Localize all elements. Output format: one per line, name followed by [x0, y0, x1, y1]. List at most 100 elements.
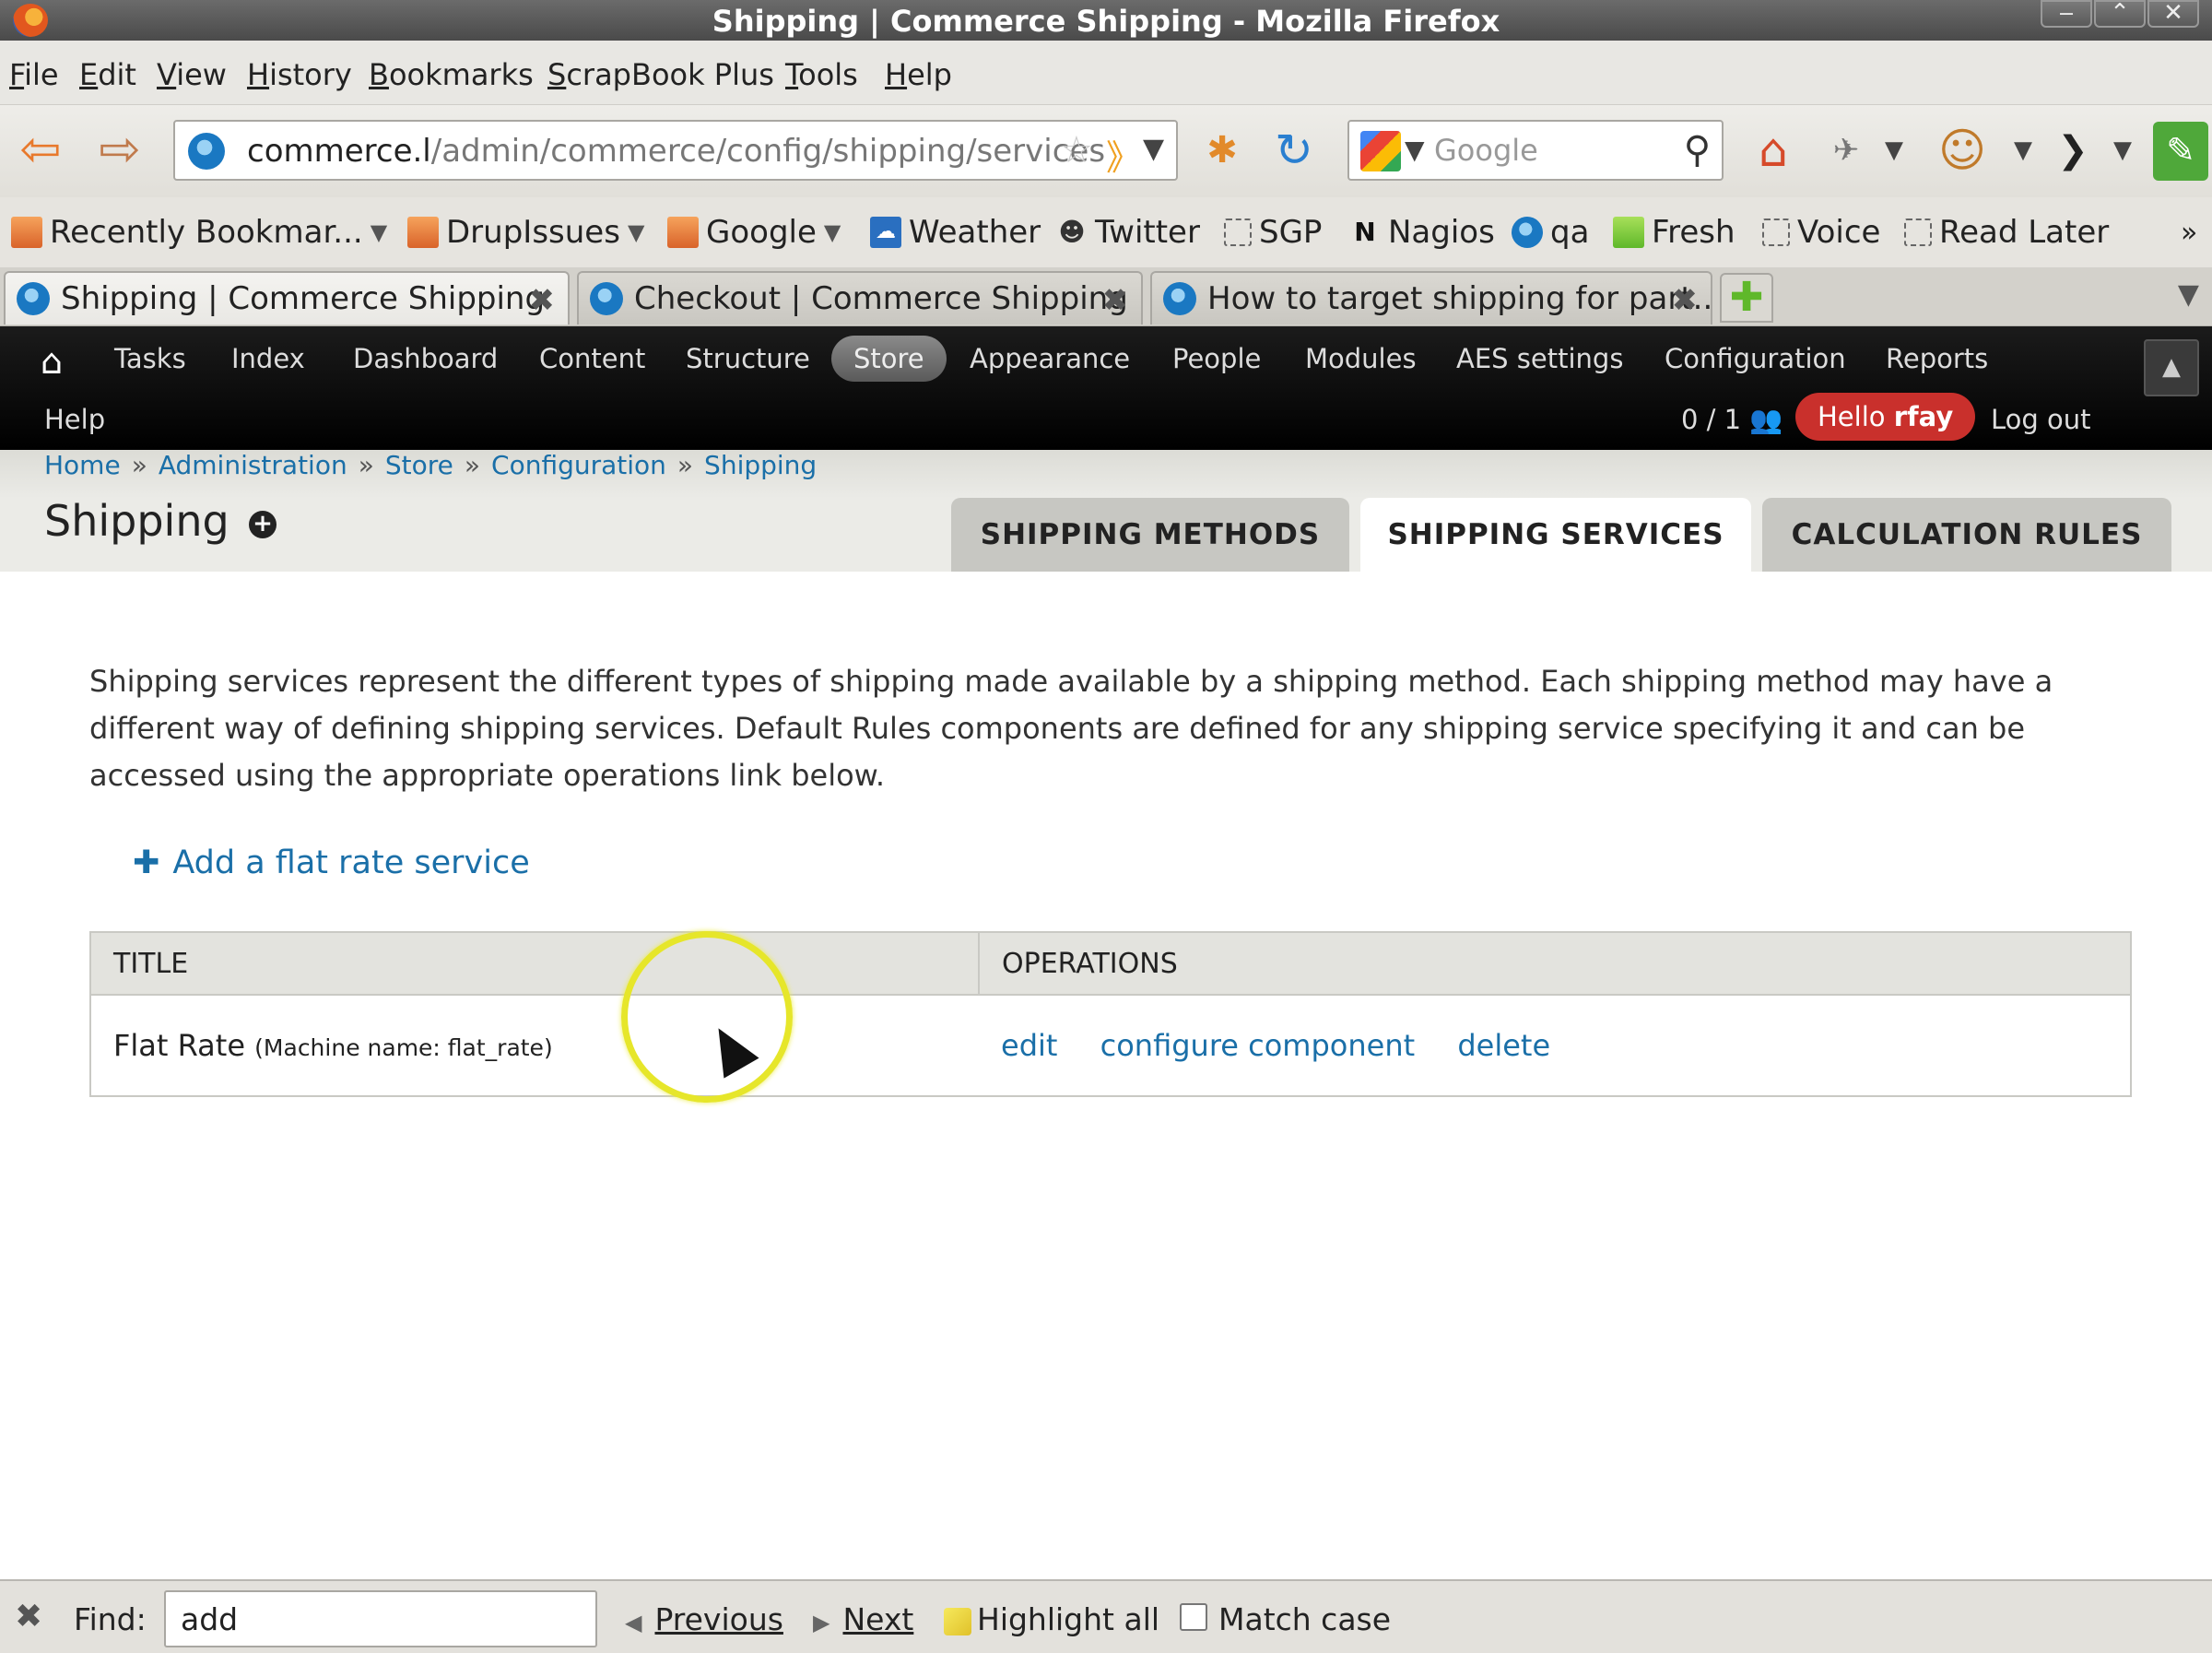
page-title: Shipping — [44, 496, 229, 546]
admin-menu-appearance[interactable]: Appearance — [970, 343, 1130, 374]
maximize-button[interactable]: ⌃ — [2094, 0, 2146, 28]
bookmark-google[interactable]: Google ▼ — [667, 212, 841, 253]
home-icon[interactable]: ⌂ — [1744, 122, 1803, 181]
page-icon — [1904, 218, 1932, 246]
breadcrumb-shipping[interactable]: Shipping — [704, 450, 817, 480]
menu-file[interactable]: File — [9, 57, 59, 92]
drupal-favicon-icon — [1163, 282, 1196, 315]
chevron-right-icon[interactable]: ❯ — [2052, 122, 2094, 181]
close-window-button[interactable]: ✕ — [2147, 0, 2199, 28]
search-engine-dropdown-icon[interactable]: ▼ — [1405, 135, 1425, 165]
reload-icon[interactable]: ↻ — [1265, 122, 1324, 181]
tab-shipping-services[interactable]: SHIPPING SERVICES — [1360, 498, 1751, 572]
admin-menu-store[interactable]: Store — [831, 336, 947, 382]
evernote-icon[interactable]: ✎ — [2153, 122, 2208, 181]
addon-bug-icon[interactable]: ✈ — [1823, 122, 1869, 181]
google-engine-icon[interactable] — [1360, 131, 1401, 171]
find-previous-button[interactable]: ◀ Previous — [625, 1601, 783, 1637]
find-next-button[interactable]: ▶ Next — [813, 1601, 913, 1637]
menu-history[interactable]: History — [247, 57, 352, 92]
menu-help[interactable]: Help — [885, 57, 952, 92]
admin-menu-modules[interactable]: Modules — [1305, 343, 1417, 374]
admin-menu-people[interactable]: People — [1172, 343, 1261, 374]
find-bar: ✖ Find: ◀Previous ▶Next Highlight all Ma… — [0, 1579, 2212, 1653]
find-input[interactable] — [164, 1590, 597, 1647]
toolbar-collapse-button[interactable]: ▲ — [2144, 339, 2199, 396]
delete-link[interactable]: delete — [1457, 1028, 1550, 1063]
addon-dropdown-icon[interactable]: ▼ — [1880, 122, 1908, 181]
chevron-down-icon: ▼ — [370, 219, 388, 245]
tab-shipping[interactable]: Shipping | Commerce Shipping ✖ — [4, 271, 570, 325]
bookmark-nagios[interactable]: N Nagios — [1349, 212, 1495, 253]
minimize-button[interactable]: ‒ — [2041, 0, 2092, 28]
bookmark-drupissues[interactable]: DrupIssues ▼ — [407, 212, 644, 253]
tab-calculation-rules[interactable]: CALCULATION RULES — [1762, 498, 2171, 572]
new-tab-plus-icon[interactable]: ✚ — [1720, 273, 1773, 323]
search-icon[interactable]: ⚲ — [1684, 129, 1711, 171]
edit-link[interactable]: edit — [1001, 1028, 1057, 1063]
bookmark-sgp[interactable]: SGP — [1224, 212, 1322, 253]
greasemonkey-icon[interactable]: ☺ — [1932, 122, 1993, 181]
bookmark-recently-bookmarked[interactable]: Recently Bookmar... ▼ — [11, 212, 387, 253]
admin-menu-help[interactable]: Help — [44, 404, 105, 435]
bookmark-weather[interactable]: ☁ Weather — [870, 212, 1041, 253]
search-box[interactable]: ▼ Google ⚲ — [1347, 120, 1724, 181]
logout-link[interactable]: Log out — [1991, 404, 2091, 435]
match-case-checkbox[interactable] — [1180, 1603, 1207, 1631]
match-case-label[interactable]: Match case — [1218, 1601, 1391, 1637]
tab-checkout[interactable]: Checkout | Commerce Shipping ✖ — [577, 271, 1143, 325]
highlight-all-button[interactable]: Highlight all — [944, 1601, 1159, 1637]
page-description: Shipping services represent the differen… — [89, 664, 2053, 793]
back-arrow-icon[interactable]: ⇦ — [11, 124, 70, 179]
tab-how-to-target-shipping[interactable]: How to target shipping for part... ✖ — [1150, 271, 1712, 325]
admin-menu-aes-settings[interactable]: AES settings — [1456, 343, 1623, 374]
bookmark-read-later[interactable]: Read Later — [1904, 212, 2109, 253]
greasemonkey-dropdown-icon[interactable]: ▼ — [2009, 122, 2037, 181]
add-shortcut-icon[interactable]: + — [249, 511, 276, 538]
list-all-tabs-icon[interactable]: ▼ — [2178, 278, 2199, 311]
menu-edit[interactable]: Edit — [79, 57, 136, 92]
forward-arrow-icon[interactable]: ⇨ — [90, 124, 149, 179]
bookmark-twitter[interactable]: ☻ Twitter — [1056, 212, 1200, 253]
bookmark-star-icon[interactable]: ☆ — [1060, 129, 1093, 171]
more-bookmarks-chevron-icon[interactable]: » — [2181, 212, 2197, 253]
configure-component-link[interactable]: configure component — [1100, 1028, 1416, 1063]
scrapbook-icon[interactable]: ✱ — [1196, 122, 1248, 181]
column-header-operations: OPERATIONS — [978, 931, 2132, 996]
bookmark-voice[interactable]: Voice — [1762, 212, 1880, 253]
breadcrumb-store[interactable]: Store — [385, 450, 453, 480]
url-history-dropdown-icon[interactable]: ▼ — [1143, 133, 1164, 165]
menu-scrapbook-plus[interactable]: ScrapBook Plus — [547, 57, 774, 92]
service-title-cell: Flat Rate (Machine name: flat_rate) — [90, 995, 979, 1096]
menu-bookmarks[interactable]: Bookmarks — [369, 57, 534, 92]
shipping-services-table: TITLE OPERATIONS Flat Rate (Machine name… — [89, 931, 2132, 1097]
close-find-bar-icon[interactable]: ✖ — [15, 1598, 42, 1635]
admin-menu-index[interactable]: Index — [231, 343, 305, 374]
menu-view[interactable]: View — [157, 57, 227, 92]
user-greeting-badge[interactable]: Hello rfay — [1795, 393, 1976, 441]
close-tab-icon[interactable]: ✖ — [1672, 282, 1699, 319]
close-tab-icon[interactable]: ✖ — [1102, 282, 1129, 319]
admin-menu-tasks[interactable]: Tasks — [114, 343, 186, 374]
tab-shipping-methods[interactable]: SHIPPING METHODS — [951, 498, 1349, 572]
breadcrumb-administration[interactable]: Administration — [159, 450, 347, 480]
bookmark-qa[interactable]: qa — [1512, 212, 1589, 253]
admin-menu-reports[interactable]: Reports — [1886, 343, 1988, 374]
url-bar[interactable]: commerce.l/admin/commerce/config/shippin… — [173, 120, 1178, 181]
bookmark-fresh[interactable]: Fresh — [1613, 212, 1735, 253]
admin-menu-structure[interactable]: Structure — [686, 343, 810, 374]
breadcrumb-configuration[interactable]: Configuration — [491, 450, 666, 480]
go-arrow-icon[interactable]: 》 — [1106, 129, 1141, 180]
admin-menu-dashboard[interactable]: Dashboard — [353, 343, 498, 374]
admin-home-icon[interactable]: ⌂ — [41, 341, 63, 382]
admin-menu-configuration[interactable]: Configuration — [1665, 343, 1846, 374]
close-tab-icon[interactable]: ✖ — [529, 282, 556, 319]
add-flat-rate-service-link[interactable]: ✚ Add a flat rate service — [133, 844, 530, 881]
admin-menu-content[interactable]: Content — [539, 343, 645, 374]
breadcrumb-home[interactable]: Home — [44, 450, 121, 480]
overflow-dropdown-icon[interactable]: ▼ — [2109, 122, 2136, 181]
menu-tools[interactable]: Tools — [785, 57, 858, 92]
url-text[interactable]: commerce.l/admin/commerce/config/shippin… — [247, 133, 1105, 170]
search-input[interactable]: Google — [1434, 133, 1538, 168]
chevron-down-icon: ▼ — [627, 219, 645, 245]
